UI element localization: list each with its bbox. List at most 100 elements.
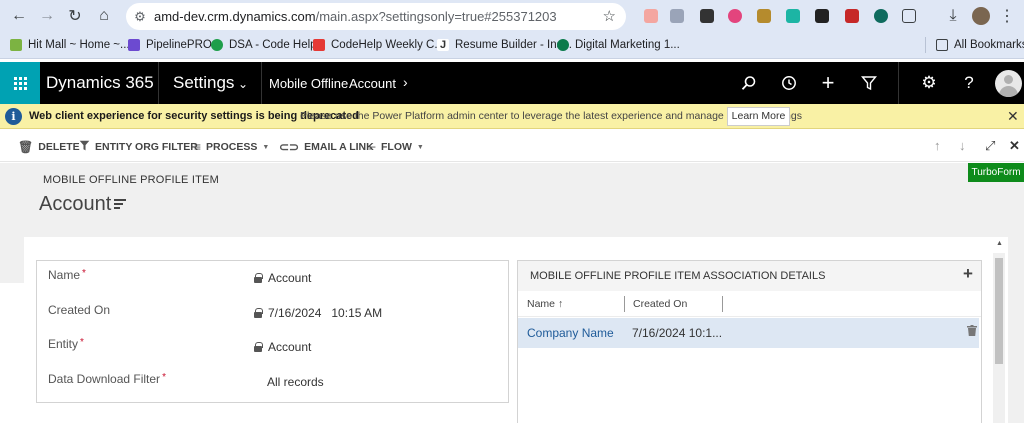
bookmark-item[interactable]: DSA - Code Help: [211, 39, 317, 51]
close-icon[interactable]: ✕: [1007, 108, 1019, 125]
form-margin: [1008, 283, 1024, 423]
area-selector[interactable]: Settings: [173, 73, 234, 93]
home-icon[interactable]: ⌂: [93, 5, 115, 27]
bookmark-item[interactable]: CodeHelp Weekly C...: [313, 39, 444, 51]
app-nav-bar: Dynamics 365 Settings ⌄ Mobile Offline A…: [0, 62, 1024, 104]
popout-icon[interactable]: ⤢: [985, 138, 995, 154]
turboform-button[interactable]: TurboForm: [968, 163, 1024, 182]
field-value-name[interactable]: Account: [254, 271, 311, 285]
process-button[interactable]: ≡ PROCESS ▼: [194, 140, 269, 154]
bookmark-item[interactable]: Hit Mall ~ Home ~...: [10, 39, 130, 51]
extensions-puzzle-icon[interactable]: [902, 9, 916, 23]
all-bookmarks[interactable]: All Bookmarks: [936, 39, 1024, 51]
column-header-created-on[interactable]: Created On: [633, 298, 687, 310]
history-icon[interactable]: [778, 73, 800, 93]
form-selector-icon[interactable]: [114, 199, 126, 211]
field-label-entity: Entity *: [48, 337, 84, 351]
extension-icon[interactable]: [815, 9, 829, 23]
scroll-up-icon[interactable]: ▲: [996, 240, 1003, 247]
delete-row-trash-icon[interactable]: [967, 325, 977, 339]
user-avatar[interactable]: [995, 70, 1022, 97]
field-label-name: Name *: [48, 268, 86, 282]
scrollbar-thumb[interactable]: [995, 258, 1003, 364]
bookmark-item[interactable]: J Resume Builder - Ins...: [437, 39, 572, 51]
trash-icon: 🗑: [18, 140, 34, 154]
subgrid-title: MOBILE OFFLINE PROFILE ITEM ASSOCIATION …: [530, 270, 826, 282]
link-icon: ⊂⊃: [279, 140, 300, 154]
bookmark-item[interactable]: PipelinePRO: [128, 39, 212, 51]
column-divider[interactable]: [624, 296, 625, 312]
breadcrumb-account[interactable]: Account: [349, 76, 396, 91]
search-icon[interactable]: [738, 73, 760, 93]
bookmark-favicon-icon: [313, 39, 325, 51]
bookmarks-divider: [925, 37, 926, 53]
column-divider[interactable]: [722, 296, 723, 312]
row-created-on: 7/16/2024 10:1...: [632, 326, 723, 340]
extension-icon[interactable]: [757, 9, 771, 23]
required-indicator: *: [80, 337, 84, 348]
field-label-data-download-filter: Data Download Filter *: [48, 372, 166, 386]
download-icon[interactable]: ⤓: [942, 5, 964, 27]
nav-divider: [898, 62, 899, 104]
bookmark-item[interactable]: Digital Marketing 1...: [557, 39, 680, 51]
nav-divider: [261, 62, 262, 104]
extension-icon[interactable]: [670, 9, 684, 23]
site-info-icon[interactable]: ⚙: [126, 9, 154, 25]
app-launcher-icon[interactable]: [0, 62, 40, 104]
app-name[interactable]: Dynamics 365: [46, 73, 154, 93]
close-form-icon[interactable]: ✕: [1009, 138, 1020, 154]
chevron-right-icon[interactable]: ›: [403, 74, 408, 90]
email-link-button[interactable]: ⊂⊃ EMAIL A LINK: [279, 140, 374, 154]
flow-button[interactable]: ⌐ FLOW ▼: [369, 140, 424, 154]
help-icon[interactable]: ?: [958, 73, 980, 93]
browser-menu-icon[interactable]: ⋮: [996, 5, 1018, 27]
field-value-entity[interactable]: Account: [254, 340, 311, 354]
lock-icon: [254, 308, 263, 318]
info-icon: i: [5, 108, 22, 125]
field-value-data-download-filter[interactable]: All records: [267, 375, 324, 389]
reload-icon[interactable]: ↻: [64, 5, 86, 27]
row-name-link[interactable]: Company Name: [527, 326, 614, 340]
nav-divider: [158, 62, 159, 104]
extension-icon[interactable]: [728, 9, 742, 23]
extension-icon[interactable]: [874, 9, 888, 23]
flow-icon: ⌐: [369, 140, 377, 154]
extension-icon[interactable]: [700, 9, 714, 23]
column-header-name[interactable]: Name ↑: [527, 298, 563, 310]
subgrid-column-header: [518, 291, 981, 317]
bookmark-favicon-icon: [10, 39, 22, 51]
filter-icon[interactable]: [858, 73, 880, 93]
breadcrumb-mobile-offline[interactable]: Mobile Offline: [269, 76, 348, 91]
bookmark-star-icon[interactable]: ☆: [603, 7, 616, 25]
extension-icon[interactable]: [644, 9, 658, 23]
filter-icon: [79, 140, 90, 154]
next-record-icon[interactable]: ↓: [959, 138, 966, 153]
forward-icon[interactable]: →: [36, 5, 58, 27]
bookmark-favicon-icon: J: [437, 39, 449, 51]
extension-icon[interactable]: [845, 9, 859, 23]
field-value-created-on[interactable]: 7/16/2024 10:15 AM: [254, 306, 382, 320]
bookmark-favicon-icon: [557, 39, 569, 51]
required-indicator: *: [162, 372, 166, 383]
entity-org-filter-button[interactable]: ENTITY ORG FILTER: [79, 140, 198, 154]
create-plus-icon[interactable]: +: [817, 70, 839, 95]
bookmarks-bar: Hit Mall ~ Home ~... PipelinePRO DSA - C…: [0, 33, 1024, 59]
process-icon: ≡: [194, 140, 202, 154]
lock-icon: [254, 273, 263, 283]
chevron-down-icon[interactable]: ⌄: [238, 77, 248, 91]
delete-button[interactable]: 🗑 DELETE: [18, 140, 80, 154]
profile-avatar-icon[interactable]: [972, 7, 990, 25]
extension-icon[interactable]: [786, 9, 800, 23]
learn-more-button[interactable]: Learn More: [727, 107, 790, 126]
lock-icon: [254, 342, 263, 352]
browser-toolbar: ← → ↻ ⌂ ⚙ amd-dev.crm.dynamics.com/main.…: [0, 0, 1024, 33]
add-record-plus-icon[interactable]: +: [963, 264, 973, 284]
caret-down-icon: ▼: [262, 143, 270, 151]
previous-record-icon[interactable]: ↑: [934, 138, 941, 153]
folder-icon: [936, 39, 948, 51]
deprecation-notification: i Web client experience for security set…: [0, 104, 1024, 129]
record-title: Account: [39, 193, 112, 215]
address-bar[interactable]: ⚙ amd-dev.crm.dynamics.com/main.aspx?set…: [126, 3, 626, 30]
settings-gear-icon[interactable]: ⚙: [918, 73, 940, 93]
back-icon[interactable]: ←: [8, 5, 30, 27]
